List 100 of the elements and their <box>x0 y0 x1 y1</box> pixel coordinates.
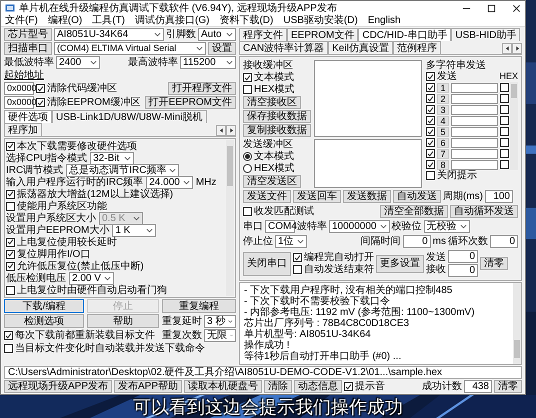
send-string-button[interactable]: 1 <box>437 82 449 92</box>
period-field[interactable]: 100 <box>485 190 513 203</box>
receive-button[interactable]: 复制接收数据 <box>243 124 311 137</box>
send-button[interactable]: 发送数据 <box>343 190 391 203</box>
menu-item[interactable]: 文件(F) <box>5 15 38 26</box>
tab[interactable]: 程序文件 <box>239 28 287 41</box>
clear-buffer-checkbox[interactable]: 清除代码缓冲区 <box>36 83 117 94</box>
action-button[interactable]: 下载/编程 <box>4 299 84 313</box>
chip-model-dropdown[interactable]: AI8051U-34K64 <box>54 28 164 41</box>
clear-button[interactable]: 清零 <box>480 257 508 270</box>
tab[interactable]: CDC/HID-串口助手 <box>358 28 452 41</box>
baud-dropdown[interactable]: 115200 <box>180 56 236 69</box>
receive-button[interactable]: 保存接收数据 <box>243 110 311 123</box>
reload-checkbox[interactable]: 当目标文件变化时自动装载并发送下载命令 <box>4 343 205 354</box>
received-count-field[interactable]: 0 <box>448 264 478 277</box>
mode-radio[interactable]: 文本模式 <box>243 151 294 162</box>
send-string-button[interactable]: 5 <box>437 126 449 136</box>
toolbar-button[interactable]: 远程现场升级APP发布 <box>4 380 112 393</box>
send-string-button[interactable]: 7 <box>437 148 449 158</box>
beep-checkbox[interactable]: 提示音 <box>344 381 386 392</box>
send-string-button[interactable]: 8 <box>437 160 449 170</box>
sent-count-field[interactable]: 0 <box>448 250 478 263</box>
option-dropdown[interactable]: 1 K <box>112 224 156 236</box>
mode-checkbox[interactable]: 文本模式 <box>243 72 294 83</box>
send-button[interactable]: 发送文件 <box>243 190 291 203</box>
tab[interactable]: 硬件选项 <box>4 110 52 123</box>
receive-button[interactable]: 清空接收区 <box>243 96 301 109</box>
baud-dropdown[interactable]: 2400 <box>56 56 100 69</box>
more-settings-button[interactable]: 更多设置 <box>376 254 424 272</box>
baud-label: 最低波特率 <box>4 57 54 68</box>
send-button[interactable]: 自动发送 <box>393 190 441 203</box>
option-dropdown[interactable]: 总是动态调节IRC频率 <box>66 164 180 176</box>
parity-dropdown[interactable]: 无校验 <box>424 220 470 233</box>
mode-radio[interactable]: HEX模式 <box>243 163 295 174</box>
send-string-button[interactable]: 6 <box>437 138 449 148</box>
option-checkbox[interactable]: 振荡器放大增益(12M以上建议选择) <box>6 188 174 200</box>
clear-buffer-checkbox[interactable]: 清除EEPROM缓冲区 <box>36 97 140 108</box>
toolbar-button[interactable]: 动态信息 <box>294 380 342 393</box>
send-area-button[interactable]: 清空发送区 <box>243 175 301 188</box>
send-string-button[interactable]: 2 <box>437 94 449 104</box>
send-checkbox[interactable]: 发送 <box>426 71 457 82</box>
connection-checkbox[interactable]: 编程完自动打开 <box>293 252 374 263</box>
option-checkbox[interactable]: 允许低压复位(禁止低压中断) <box>6 260 144 272</box>
option-checkbox[interactable]: 上电复位时由硬件自动启动看门狗 <box>6 284 167 296</box>
send-button[interactable]: 发送回车 <box>293 190 341 203</box>
option-dropdown[interactable]: 2.00 V <box>69 272 114 284</box>
toolbar-button[interactable]: 发布APP帮助 <box>114 380 182 393</box>
serial-port-dropdown[interactable]: (COM4) ELTIMA Virtual Serial <box>54 42 206 55</box>
menu-item[interactable]: 工具(T) <box>92 15 126 26</box>
settings-button[interactable]: 设置 <box>208 42 236 55</box>
tab[interactable]: 程序加 <box>4 123 42 136</box>
chip-model-button[interactable]: 芯片型号 <box>4 28 52 41</box>
match-test-checkbox[interactable]: 收发匹配测试 <box>243 206 314 217</box>
option-dropdown[interactable]: 32-Bit <box>90 152 134 164</box>
menu-item[interactable]: 资料下载(D) <box>219 15 274 26</box>
menu-item[interactable]: 调试仿真接口(G) <box>135 15 210 26</box>
interval-field[interactable]: 0 <box>402 235 431 248</box>
option-checkbox[interactable]: 上电复位使用较长延时 <box>6 236 117 248</box>
menu-item[interactable]: 编程(O) <box>48 15 82 26</box>
open-file-button[interactable]: 打开程序文件 <box>168 82 236 95</box>
menu-item[interactable]: English <box>368 15 401 26</box>
port-field[interactable]: COM4 <box>265 220 295 233</box>
tab[interactable]: USB-Link1D/U8W/U8W-Mini脱机 <box>52 110 207 123</box>
option-checkbox[interactable]: 复位脚用作I/O口 <box>6 248 90 260</box>
tab[interactable]: 范例程序 <box>392 41 441 54</box>
toolbar-button[interactable]: 清除 <box>264 380 292 393</box>
option-checkbox[interactable]: 本次下载需要修改硬件选项 <box>6 140 137 152</box>
action-button[interactable]: 帮助 <box>87 314 159 328</box>
toolbar-button[interactable]: 读取本机硬盘号 <box>184 380 262 393</box>
scan-port-button[interactable]: 扫描串口 <box>4 42 52 55</box>
loop-count-field[interactable]: 0 <box>490 235 518 248</box>
tab[interactable]: CAN波特率计算器 <box>239 41 328 54</box>
address-field[interactable]: 0x0000 <box>4 96 34 109</box>
tab[interactable]: EEPROM文件 <box>287 28 358 41</box>
action-button[interactable]: 检测选项 <box>4 314 84 328</box>
repeat-delay-dropdown[interactable]: 3 秒 <box>204 314 236 328</box>
connection-checkbox[interactable]: 自动发送结束符 <box>293 264 374 275</box>
pin-count-dropdown[interactable]: Auto <box>198 28 236 41</box>
success-count-field[interactable]: 438 <box>464 380 492 393</box>
tab[interactable]: Keil仿真设置 <box>328 41 393 54</box>
baud-dropdown[interactable]: 10000000 <box>329 220 390 233</box>
mode-checkbox[interactable]: HEX模式 <box>243 84 295 95</box>
option-dropdown[interactable]: 24.000 <box>146 176 193 188</box>
clear-button[interactable]: 清零 <box>494 380 522 393</box>
multi-send-button[interactable]: 自动循环发送 <box>450 205 518 218</box>
option-checkbox[interactable]: 使能用户系统区功能 <box>6 200 107 212</box>
send-string-button[interactable]: 3 <box>437 104 449 114</box>
action-button[interactable]: 重复编程 <box>162 299 236 313</box>
address-field[interactable]: 0x0000 <box>4 82 34 95</box>
send-string-button[interactable]: 4 <box>437 116 449 126</box>
multi-send-button[interactable]: 清空全部数据 <box>380 205 448 218</box>
reload-checkbox[interactable]: 每次下载前都重新装载目标文件 <box>4 330 155 341</box>
file-path-field[interactable]: C:\Users\Administrator\Desktop\02.硬件及工具介绍\AI8051U-DEMO-CODE-V1.2\01...\sample.hex <box>4 366 522 379</box>
repeat-count-dropdown[interactable]: 无限 <box>204 329 236 342</box>
open-file-button[interactable]: 打开EEPROM文件 <box>144 96 236 109</box>
close-port-button[interactable]: 关闭串口 <box>243 252 291 276</box>
close-hint-checkbox[interactable]: 关闭提示 <box>426 170 477 181</box>
tab[interactable]: USB-HID助手 <box>451 28 520 41</box>
stop-bits-dropdown[interactable]: 1位 <box>275 235 307 248</box>
menu-item[interactable]: USB驱动安装(D) <box>283 15 358 26</box>
